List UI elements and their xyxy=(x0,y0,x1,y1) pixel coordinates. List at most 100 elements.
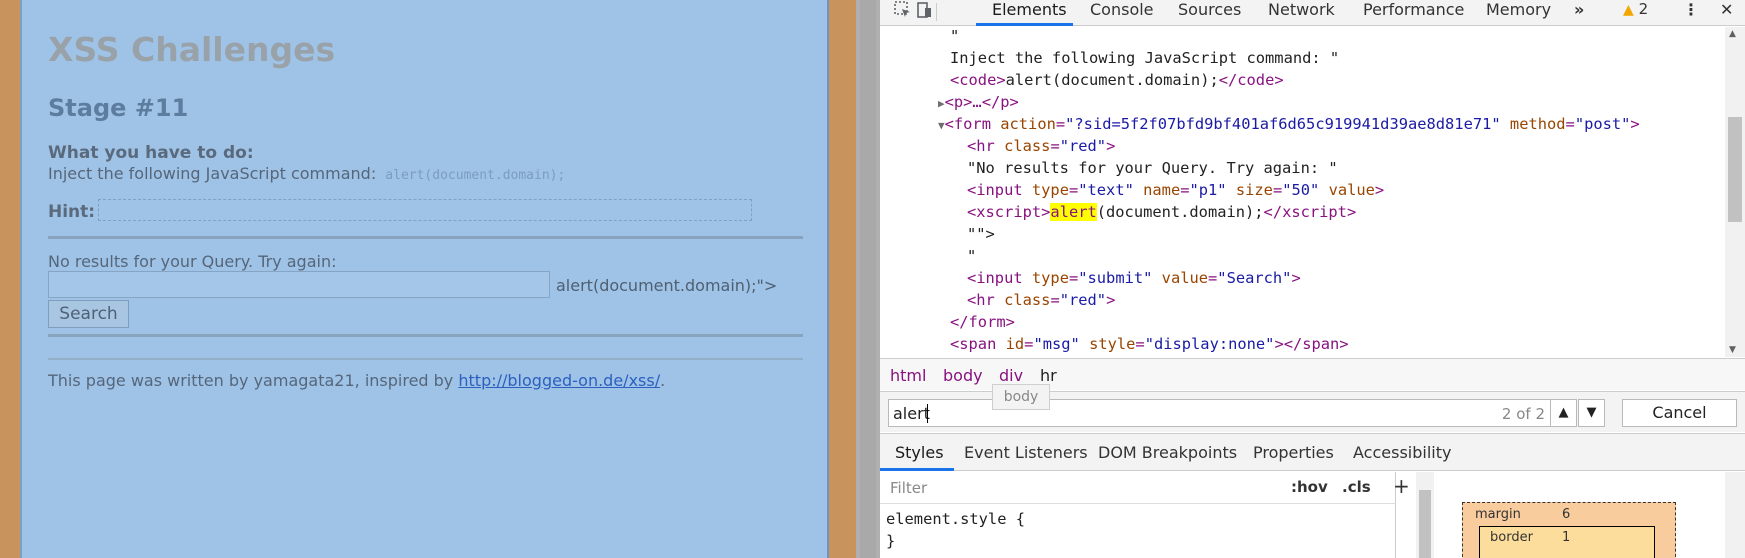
dom-node-text[interactable]: "No results for your Query. Try again: " xyxy=(967,159,1338,177)
toolbar-separator xyxy=(936,3,937,21)
tab-dom-breakpoints[interactable]: DOM Breakpoints xyxy=(1098,443,1237,462)
new-style-rule-icon[interactable]: + xyxy=(1393,474,1410,498)
inject-code: alert(document.domain); xyxy=(385,168,566,183)
active-subtab-indicator xyxy=(880,468,954,471)
box-model: margin 6 border 1 xyxy=(1434,472,1725,558)
breadcrumb-hr[interactable]: hr xyxy=(1040,366,1057,385)
computed-scrollbar[interactable] xyxy=(1725,472,1745,558)
todo-label: What you have to do: xyxy=(48,143,254,163)
breadcrumb-tooltip: body xyxy=(992,384,1050,410)
devtools-tabbar: Elements Console Sources Network Perform… xyxy=(880,0,1745,26)
tab-console[interactable]: Console xyxy=(1090,0,1154,19)
box-model-border[interactable]: border 1 xyxy=(1479,526,1655,558)
footer-period: . xyxy=(660,371,666,390)
inject-instruction: Inject the following JavaScript command:… xyxy=(48,164,565,183)
page-title: XSS Challenges xyxy=(48,30,336,69)
hint-label: Hint: xyxy=(48,202,96,222)
styles-filter-input[interactable]: Filter xyxy=(886,476,1276,500)
scroll-down-icon[interactable]: ▼ xyxy=(1729,345,1736,355)
divider xyxy=(48,236,803,239)
page-scrollbar-thumb[interactable] xyxy=(860,0,876,558)
dom-scrollbar[interactable]: ▲ ▼ xyxy=(1725,27,1745,357)
footer-link[interactable]: http://blogged-on.de/xss/ xyxy=(458,371,660,390)
webpage-viewport: XSS Challenges Stage #11 What you have t… xyxy=(20,0,829,558)
tab-event-listeners[interactable]: Event Listeners xyxy=(964,443,1088,462)
filter-placeholder: Filter xyxy=(890,479,928,497)
tab-accessibility[interactable]: Accessibility xyxy=(1353,443,1451,462)
dom-scrollbar-thumb[interactable] xyxy=(1728,117,1742,222)
tab-styles[interactable]: Styles xyxy=(895,443,944,462)
previous-match-button[interactable]: ▲ xyxy=(1550,399,1577,427)
element-style-selector[interactable]: element.style { xyxy=(886,510,1025,528)
tab-performance[interactable]: Performance xyxy=(1363,0,1464,19)
tab-elements[interactable]: Elements xyxy=(992,0,1067,19)
dom-search-input[interactable]: alert 2 of 2 xyxy=(888,399,1552,427)
dom-node-xscript[interactable]: <xscript>alert(document.domain);</xscrip… xyxy=(967,203,1356,221)
scroll-up-icon[interactable]: ▲ xyxy=(1729,29,1736,39)
tab-properties[interactable]: Properties xyxy=(1253,443,1334,462)
expand-triangle-icon: ▶ xyxy=(938,97,945,110)
screen: XSS Challenges Stage #11 What you have t… xyxy=(0,0,1745,558)
query-input[interactable] xyxy=(48,271,550,298)
devtools-panel: Elements Console Sources Network Perform… xyxy=(880,0,1745,558)
tab-memory[interactable]: Memory xyxy=(1486,0,1551,19)
collapse-triangle-icon: ▼ xyxy=(938,119,945,132)
dom-node-text[interactable]: " xyxy=(967,247,976,265)
search-match-count: 2 of 2 xyxy=(1501,405,1545,423)
styles-scrollbar-thumb[interactable] xyxy=(1419,490,1431,558)
warning-icon: ▲ xyxy=(1623,2,1634,18)
search-value: alert xyxy=(893,404,930,423)
divider xyxy=(48,334,803,337)
dom-node-hr[interactable]: <hr class="red"> xyxy=(967,291,1115,309)
reflected-text: alert(document.domain);"> xyxy=(556,276,778,295)
hint-box xyxy=(98,199,752,221)
tab-network[interactable]: Network xyxy=(1268,0,1335,19)
hov-toggle[interactable]: :hov xyxy=(1291,478,1328,496)
warning-count: 2 xyxy=(1638,0,1649,18)
dom-tree: " Inject the following JavaScript comman… xyxy=(880,27,1725,357)
dom-node-text[interactable]: ""> xyxy=(967,225,995,243)
styles-filter-row: Filter :hov .cls xyxy=(880,472,1396,504)
inject-text: Inject the following JavaScript command: xyxy=(48,164,377,183)
more-tabs-button[interactable]: » xyxy=(1574,0,1584,19)
divider xyxy=(48,358,803,360)
device-toolbar-icon[interactable] xyxy=(914,0,936,22)
breadcrumb-div[interactable]: div xyxy=(999,366,1023,385)
border-value[interactable]: 1 xyxy=(1562,530,1570,545)
close-icon[interactable]: ✕ xyxy=(1720,0,1733,19)
dom-node-span[interactable]: <span id="msg" style="display:none"></sp… xyxy=(950,335,1349,353)
margin-label: margin xyxy=(1475,507,1521,522)
dom-node-hr[interactable]: <hr class="red"> xyxy=(967,137,1115,155)
active-tab-indicator xyxy=(976,23,1073,26)
styles-scrollbar[interactable] xyxy=(1416,472,1434,558)
dom-node-input-text[interactable]: <input type="text" name="p1" size="50" v… xyxy=(967,181,1384,199)
next-match-button[interactable]: ▼ xyxy=(1578,399,1605,427)
tab-sources[interactable]: Sources xyxy=(1178,0,1241,19)
no-results-text: No results for your Query. Try again: xyxy=(48,252,337,271)
sidebar-tabs: Styles Event Listeners DOM Breakpoints P… xyxy=(880,433,1745,471)
search-match-highlight: alert xyxy=(1050,203,1097,221)
cls-toggle[interactable]: .cls xyxy=(1342,478,1371,496)
stage-heading: Stage #11 xyxy=(48,94,189,122)
element-style-close: } xyxy=(886,532,896,550)
border-label: border xyxy=(1490,530,1533,545)
inspect-element-icon[interactable] xyxy=(892,0,914,22)
text-cursor xyxy=(927,404,928,423)
dom-node-form-close[interactable]: </form> xyxy=(950,313,1015,331)
breadcrumb-body[interactable]: body xyxy=(943,366,983,385)
cancel-search-button[interactable]: Cancel xyxy=(1622,399,1737,427)
breadcrumb-html[interactable]: html xyxy=(890,366,926,385)
dom-node-p[interactable]: ▶<p>…</p> xyxy=(938,93,1019,111)
dom-node-text[interactable]: Inject the following JavaScript command:… xyxy=(950,49,1339,67)
dom-node-input-submit[interactable]: <input type="submit" value="Search"> xyxy=(967,269,1301,287)
dom-node-text[interactable]: " xyxy=(950,27,959,45)
dom-node-code[interactable]: <code>alert(document.domain);</code> xyxy=(950,71,1284,89)
footer: This page was written by yamagata21, ins… xyxy=(48,371,665,390)
footer-text: This page was written by yamagata21, ins… xyxy=(48,371,454,390)
styles-pane: Filter :hov .cls element.style { } xyxy=(880,472,1396,558)
warnings-badge[interactable]: ▲ 2 xyxy=(1623,0,1648,18)
dom-node-form[interactable]: ▼<form action="?sid=5f2f07bfd9bf401af6d6… xyxy=(938,115,1640,133)
search-button[interactable]: Search xyxy=(48,300,129,328)
kebab-menu-icon[interactable]: ⋮ xyxy=(1683,0,1699,19)
margin-value[interactable]: 6 xyxy=(1562,507,1570,522)
